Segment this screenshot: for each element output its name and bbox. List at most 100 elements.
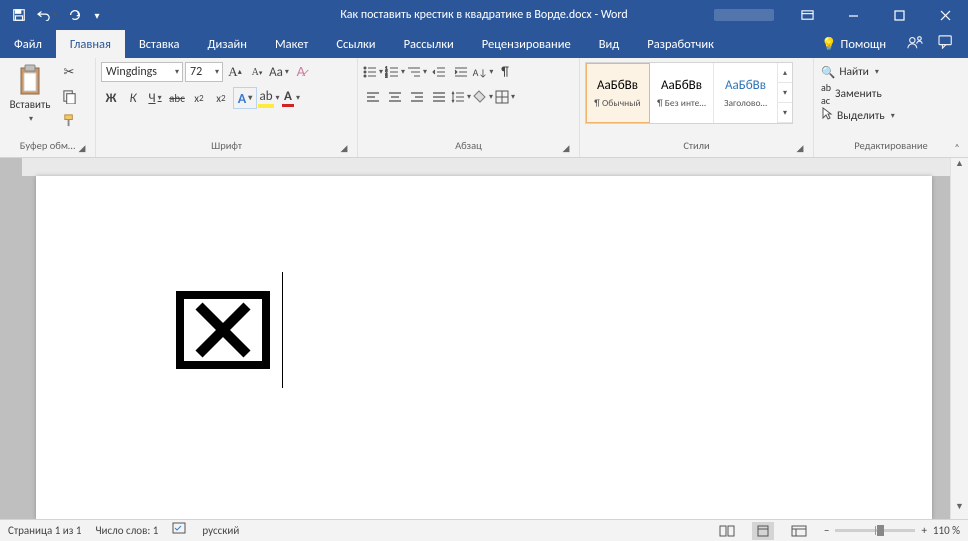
font-color-button[interactable]: A — [281, 88, 301, 108]
ribbon-display-options[interactable] — [784, 0, 830, 30]
cut-button[interactable]: ✂ — [59, 62, 79, 82]
tab-view[interactable]: Вид — [585, 30, 634, 58]
styles-gallery-more[interactable]: ▴▾▾ — [778, 63, 792, 123]
web-layout-button[interactable] — [788, 522, 810, 540]
multilevel-list-button[interactable] — [407, 62, 427, 82]
zoom-value[interactable]: 110 % — [933, 524, 960, 537]
decrease-indent-button[interactable] — [429, 62, 449, 82]
subscript-button[interactable]: x2 — [189, 88, 209, 108]
close-button[interactable] — [922, 0, 968, 30]
paste-label: Вставить — [9, 98, 51, 124]
tab-mailings[interactable]: Рассылки — [390, 30, 468, 58]
replace-button[interactable]: abacЗаменить — [819, 84, 884, 104]
print-layout-button[interactable] — [752, 522, 774, 540]
account-placeholder[interactable] — [704, 0, 784, 30]
grow-font-button[interactable]: A▴ — [225, 62, 245, 82]
group-styles: АаБбВв ¶ Обычный АаБбВв ¶ Без инте… АаБб… — [580, 58, 814, 157]
highlight-button[interactable]: ab — [259, 88, 279, 108]
zoom-out-button[interactable]: − — [824, 524, 829, 537]
share-icon[interactable] — [906, 34, 924, 54]
font-name-combo[interactable]: Wingdings — [101, 62, 183, 82]
strikethrough-button[interactable]: abc — [167, 88, 187, 108]
scroll-down-button[interactable]: ▼ — [951, 501, 968, 519]
underline-button[interactable]: Ч — [145, 88, 165, 108]
format-painter-button[interactable] — [59, 110, 79, 130]
find-button[interactable]: 🔍Найти — [819, 62, 881, 82]
tab-file[interactable]: Файл — [0, 30, 56, 58]
window-controls — [704, 0, 968, 30]
dialog-launcher[interactable]: ◢ — [338, 143, 350, 155]
style-normal[interactable]: АаБбВв ¶ Обычный — [586, 63, 650, 123]
tab-review[interactable]: Рецензирование — [468, 30, 585, 58]
italic-button[interactable]: К — [123, 88, 143, 108]
document-content — [176, 272, 283, 388]
clear-formatting-button[interactable]: A̷ — [291, 62, 311, 82]
redo-button[interactable] — [62, 2, 88, 28]
collapse-ribbon-button[interactable]: ˄ — [950, 141, 964, 155]
tab-home[interactable]: Главная — [56, 30, 125, 58]
copy-button[interactable] — [59, 86, 79, 106]
window-title: Как поставить крестик в квадратике в Вор… — [340, 8, 627, 22]
dialog-launcher[interactable]: ◢ — [560, 143, 572, 155]
zoom-slider[interactable] — [835, 529, 915, 532]
replace-icon: abac — [821, 81, 831, 107]
group-paragraph: 123 A↓ ¶ Абзац◢ — [358, 58, 580, 157]
read-mode-button[interactable] — [716, 522, 738, 540]
font-size-combo[interactable]: 72 — [185, 62, 223, 82]
align-center-button[interactable] — [385, 87, 405, 107]
borders-button[interactable] — [495, 87, 515, 107]
document-page[interactable] — [36, 176, 932, 519]
align-right-button[interactable] — [407, 87, 427, 107]
tab-design[interactable]: Дизайн — [193, 30, 261, 58]
select-button[interactable]: Выделить — [819, 106, 897, 126]
bullets-button[interactable] — [363, 62, 383, 82]
word-count[interactable]: Число слов: 1 — [95, 524, 158, 537]
styles-gallery[interactable]: АаБбВв ¶ Обычный АаБбВв ¶ Без инте… АаБб… — [585, 62, 793, 124]
language-indicator[interactable]: русский — [202, 524, 239, 537]
horizontal-ruler[interactable] — [22, 158, 950, 176]
ballot-box-x-symbol — [176, 291, 270, 369]
justify-button[interactable] — [429, 87, 449, 107]
line-spacing-button[interactable] — [451, 87, 471, 107]
group-label: Шрифт◢ — [101, 139, 352, 157]
align-left-button[interactable] — [363, 87, 383, 107]
undo-button[interactable] — [34, 2, 60, 28]
cursor-icon — [821, 107, 833, 125]
shading-button[interactable] — [473, 87, 493, 107]
bold-button[interactable]: Ж — [101, 88, 121, 108]
vertical-scrollbar[interactable]: ▲ ▼ — [950, 158, 968, 519]
paste-button[interactable]: Вставить — [5, 62, 55, 126]
show-paragraph-marks-button[interactable]: ¶ — [495, 62, 515, 82]
increase-indent-button[interactable] — [451, 62, 471, 82]
dialog-launcher[interactable]: ◢ — [794, 143, 806, 155]
page-indicator[interactable]: Страница 1 из 1 — [8, 524, 81, 537]
lightbulb-icon: 💡 — [821, 37, 837, 52]
group-clipboard: Вставить ✂ Буфер обм…◢ — [0, 58, 96, 157]
change-case-button[interactable]: Aa — [269, 62, 289, 82]
tab-insert[interactable]: Вставка — [125, 30, 194, 58]
tab-layout[interactable]: Макет — [261, 30, 322, 58]
tab-references[interactable]: Ссылки — [322, 30, 389, 58]
minimize-button[interactable] — [830, 0, 876, 30]
tab-developer[interactable]: Разработчик — [633, 30, 728, 58]
style-heading1[interactable]: АаБбВв Заголово… — [714, 63, 778, 123]
spellcheck-icon[interactable] — [172, 522, 188, 539]
group-font: Wingdings 72 A▴ A▾ Aa A̷ Ж К Ч abc x2 x2… — [96, 58, 358, 157]
qat-customize-button[interactable]: ▾ — [90, 2, 104, 28]
maximize-button[interactable] — [876, 0, 922, 30]
save-button[interactable] — [6, 2, 32, 28]
sort-button[interactable]: A↓ — [473, 62, 493, 82]
style-no-spacing[interactable]: АаБбВв ¶ Без инте… — [650, 63, 714, 123]
superscript-button[interactable]: x2 — [211, 88, 231, 108]
numbering-button[interactable]: 123 — [385, 62, 405, 82]
scroll-up-button[interactable]: ▲ — [951, 158, 968, 176]
zoom-in-button[interactable]: + — [921, 524, 926, 537]
dialog-launcher[interactable]: ◢ — [76, 143, 88, 155]
group-label: Абзац◢ — [363, 139, 574, 157]
document-workspace: ▲ ▼ — [0, 158, 968, 519]
comments-icon[interactable] — [938, 35, 954, 53]
shrink-font-button[interactable]: A▾ — [247, 62, 267, 82]
tell-me[interactable]: 💡Помощн — [815, 37, 892, 52]
search-icon: 🔍 — [821, 65, 835, 80]
text-effects-button[interactable]: A — [233, 87, 257, 109]
